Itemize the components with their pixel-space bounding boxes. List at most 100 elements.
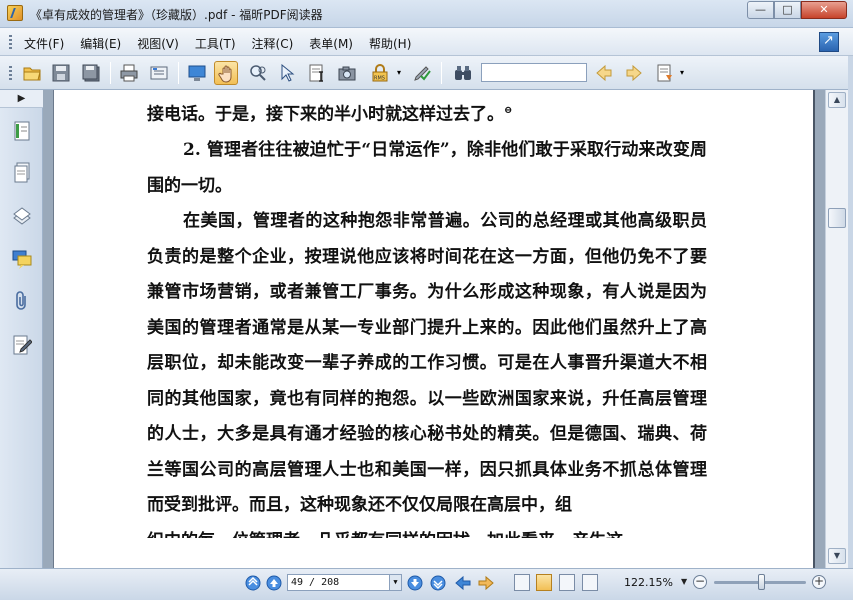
restore-layout-icon[interactable] xyxy=(819,32,839,52)
title-bar: 《卓有成效的管理者》（珍藏版）.pdf - 福昕PDF阅读器 — □ ✕ xyxy=(0,0,853,28)
page-number-field[interactable]: 49 / 208 ▼ xyxy=(287,574,402,591)
menu-file[interactable]: 文件(F) xyxy=(24,35,64,52)
zoom-slider-thumb[interactable] xyxy=(758,574,765,590)
document-view[interactable]: 接电话。于是，接下来的半小时就这样过去了。⊖ 2. 管理者往往被迫忙于“日常运作… xyxy=(43,90,825,568)
pen-check-icon xyxy=(414,66,431,81)
toolbar-separator xyxy=(110,62,111,84)
toolbar-separator xyxy=(441,62,442,84)
menu-forms[interactable]: 表单(M) xyxy=(309,35,353,52)
forward-arrow-icon[interactable] xyxy=(478,575,494,591)
minimize-button[interactable]: — xyxy=(747,1,774,19)
page-dropdown-icon[interactable]: ▼ xyxy=(389,575,401,590)
facing-view-button[interactable] xyxy=(559,574,575,591)
svg-text:RMS: RMS xyxy=(374,76,385,82)
search-button[interactable] xyxy=(451,61,475,85)
document-properties-icon xyxy=(150,66,168,80)
paragraph-1-text: 接电话。于是，接下来的半小时就这样过去了。 xyxy=(147,104,504,125)
page-text-block: 接电话。于是，接下来的半小时就这样过去了。⊖ 2. 管理者往往被迫忙于“日常运作… xyxy=(147,93,707,538)
scroll-up-button[interactable]: ▲ xyxy=(828,92,846,108)
zoom-dropdown-icon[interactable]: ▼ xyxy=(681,577,687,586)
cursor-arrow-icon xyxy=(281,64,295,82)
zoom-in-icon[interactable]: + xyxy=(812,575,826,589)
toolbar: RMS ▾ ▾ xyxy=(0,56,853,90)
first-page-icon[interactable] xyxy=(245,575,261,591)
navigation-panel: ▶ xyxy=(0,90,43,568)
menu-help[interactable]: 帮助(H) xyxy=(369,35,411,52)
camera-icon xyxy=(338,66,356,81)
save-as-icon xyxy=(82,64,100,82)
hand-tool-button[interactable] xyxy=(214,61,238,85)
arrow-right-icon xyxy=(626,64,642,82)
previous-page-icon[interactable] xyxy=(266,575,282,591)
search-next-button[interactable] xyxy=(622,61,646,85)
footnote-marker: ⊖ xyxy=(504,105,513,116)
select-tool-button[interactable] xyxy=(275,61,299,85)
next-page-icon[interactable] xyxy=(407,575,423,591)
rms-button[interactable]: RMS xyxy=(368,61,392,85)
scroll-down-button[interactable]: ▼ xyxy=(828,548,846,564)
window-title: 《卓有成效的管理者》（珍藏版）.pdf - 福昕PDF阅读器 xyxy=(30,8,323,22)
continuous-view-button[interactable] xyxy=(536,574,552,591)
menu-grip-icon xyxy=(9,35,12,49)
search-input[interactable] xyxy=(481,63,587,82)
panel-toggle-arrow-icon[interactable]: ▶ xyxy=(0,90,43,108)
annotation-list-button[interactable] xyxy=(653,61,677,85)
last-page-icon[interactable] xyxy=(430,575,446,591)
text-select-button[interactable] xyxy=(305,61,329,85)
print-button[interactable] xyxy=(117,61,141,85)
menu-list: 文件(F) 编辑(E) 视图(V) 工具(T) 注释(C) 表单(M) 帮助(H… xyxy=(24,35,411,52)
close-button[interactable]: ✕ xyxy=(801,1,847,19)
zoom-out-icon[interactable]: − xyxy=(693,575,707,589)
text-select-icon xyxy=(309,64,323,82)
foxit-app-icon xyxy=(7,5,23,21)
snapshot-button[interactable] xyxy=(335,61,359,85)
rms-lock-icon: RMS xyxy=(372,64,388,82)
open-folder-icon xyxy=(23,67,41,81)
open-button[interactable] xyxy=(20,61,44,85)
monitor-icon xyxy=(188,65,206,81)
save-as-button[interactable] xyxy=(79,61,103,85)
window-controls: — □ ✕ xyxy=(747,1,847,19)
attachments-icon[interactable] xyxy=(12,290,32,312)
paragraph-3: 在美国，管理者的这种抱怨非常普遍。公司的总经理或其他高级职员负责的是整个企业，按… xyxy=(147,211,707,516)
layers-icon[interactable] xyxy=(12,205,32,227)
pdf-page[interactable]: 接电话。于是，接下来的半小时就这样过去了。⊖ 2. 管理者往往被迫忙于“日常运作… xyxy=(53,90,815,568)
pages-icon[interactable] xyxy=(12,162,32,184)
fullscreen-button[interactable] xyxy=(185,61,209,85)
continuous-facing-view-button[interactable] xyxy=(582,574,598,591)
window-right-border xyxy=(848,56,853,568)
hand-icon xyxy=(218,65,232,83)
back-arrow-icon[interactable] xyxy=(455,575,471,591)
arrow-left-icon xyxy=(596,64,612,82)
menu-edit[interactable]: 编辑(E) xyxy=(80,35,121,52)
save-icon xyxy=(52,64,70,82)
printer-icon xyxy=(120,64,138,82)
zoom-level[interactable]: 122.15% xyxy=(624,576,673,589)
page-number-text: 49 / 208 xyxy=(291,577,340,588)
annotation-dropdown-icon[interactable]: ▾ xyxy=(680,61,690,85)
rms-dropdown-icon[interactable]: ▾ xyxy=(397,61,407,85)
bookmarks-icon[interactable] xyxy=(12,120,32,142)
toolbar-separator xyxy=(178,62,179,84)
binoculars-icon xyxy=(455,66,471,80)
signatures-icon[interactable] xyxy=(12,334,32,356)
maximize-button[interactable]: □ xyxy=(774,1,801,19)
loupe-icon xyxy=(250,65,266,81)
document-list-icon xyxy=(657,64,672,82)
toolbar-grip-icon xyxy=(9,66,12,80)
menu-view[interactable]: 视图(V) xyxy=(137,35,179,52)
menu-comments[interactable]: 注释(C) xyxy=(252,35,294,52)
single-page-view-button[interactable] xyxy=(514,574,530,591)
sign-button[interactable] xyxy=(410,61,434,85)
menu-bar: 文件(F) 编辑(E) 视图(V) 工具(T) 注释(C) 表单(M) 帮助(H… xyxy=(0,28,853,56)
properties-button[interactable] xyxy=(147,61,171,85)
menu-tools[interactable]: 工具(T) xyxy=(195,35,236,52)
vertical-scrollbar[interactable]: ▲ ▼ xyxy=(825,90,848,568)
paragraph-4-partial: 织中的每一位管理者，几乎都有同样的困扰。加此看来，产生这 xyxy=(147,524,707,538)
loupe-button[interactable] xyxy=(246,61,270,85)
status-bar: 49 / 208 ▼ 122.15% ▼ − + xyxy=(0,568,853,600)
scroll-thumb[interactable] xyxy=(828,208,846,228)
comments-icon[interactable] xyxy=(12,248,32,270)
search-previous-button[interactable] xyxy=(592,61,616,85)
save-button[interactable] xyxy=(49,61,73,85)
